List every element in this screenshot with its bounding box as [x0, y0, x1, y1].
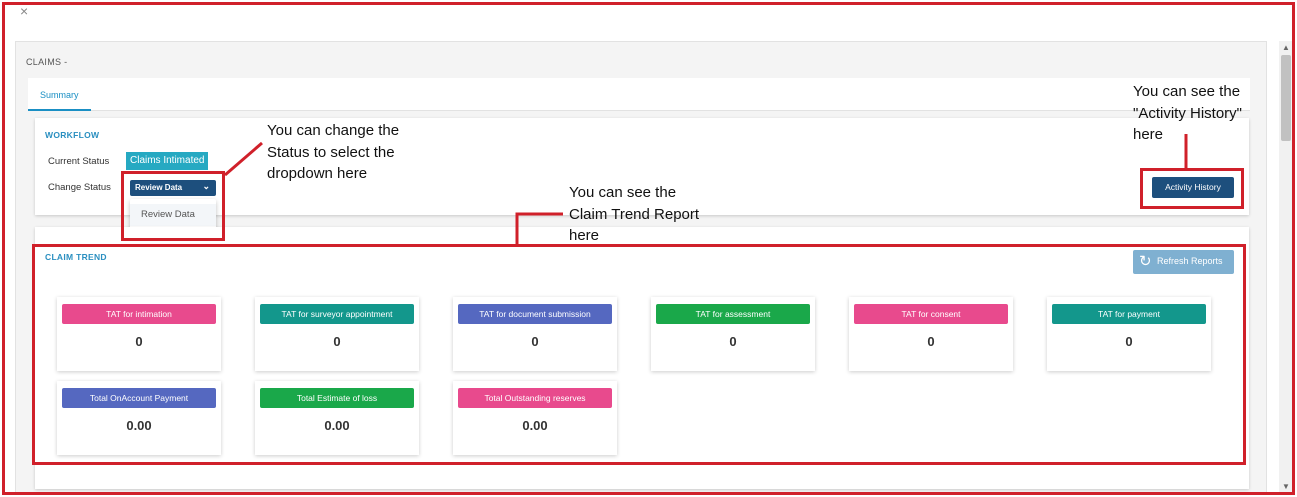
- activity-annotation-text: You can see the "Activity History" here: [1133, 83, 1242, 143]
- status-connector: [224, 141, 263, 177]
- trend-annotation-text: You can see the Claim Trend Report here: [569, 184, 700, 244]
- trend-connector: [515, 212, 563, 244]
- annotation-connectors: [224, 134, 1188, 244]
- status-annotation-text: You can change the Status to select the …: [267, 122, 400, 182]
